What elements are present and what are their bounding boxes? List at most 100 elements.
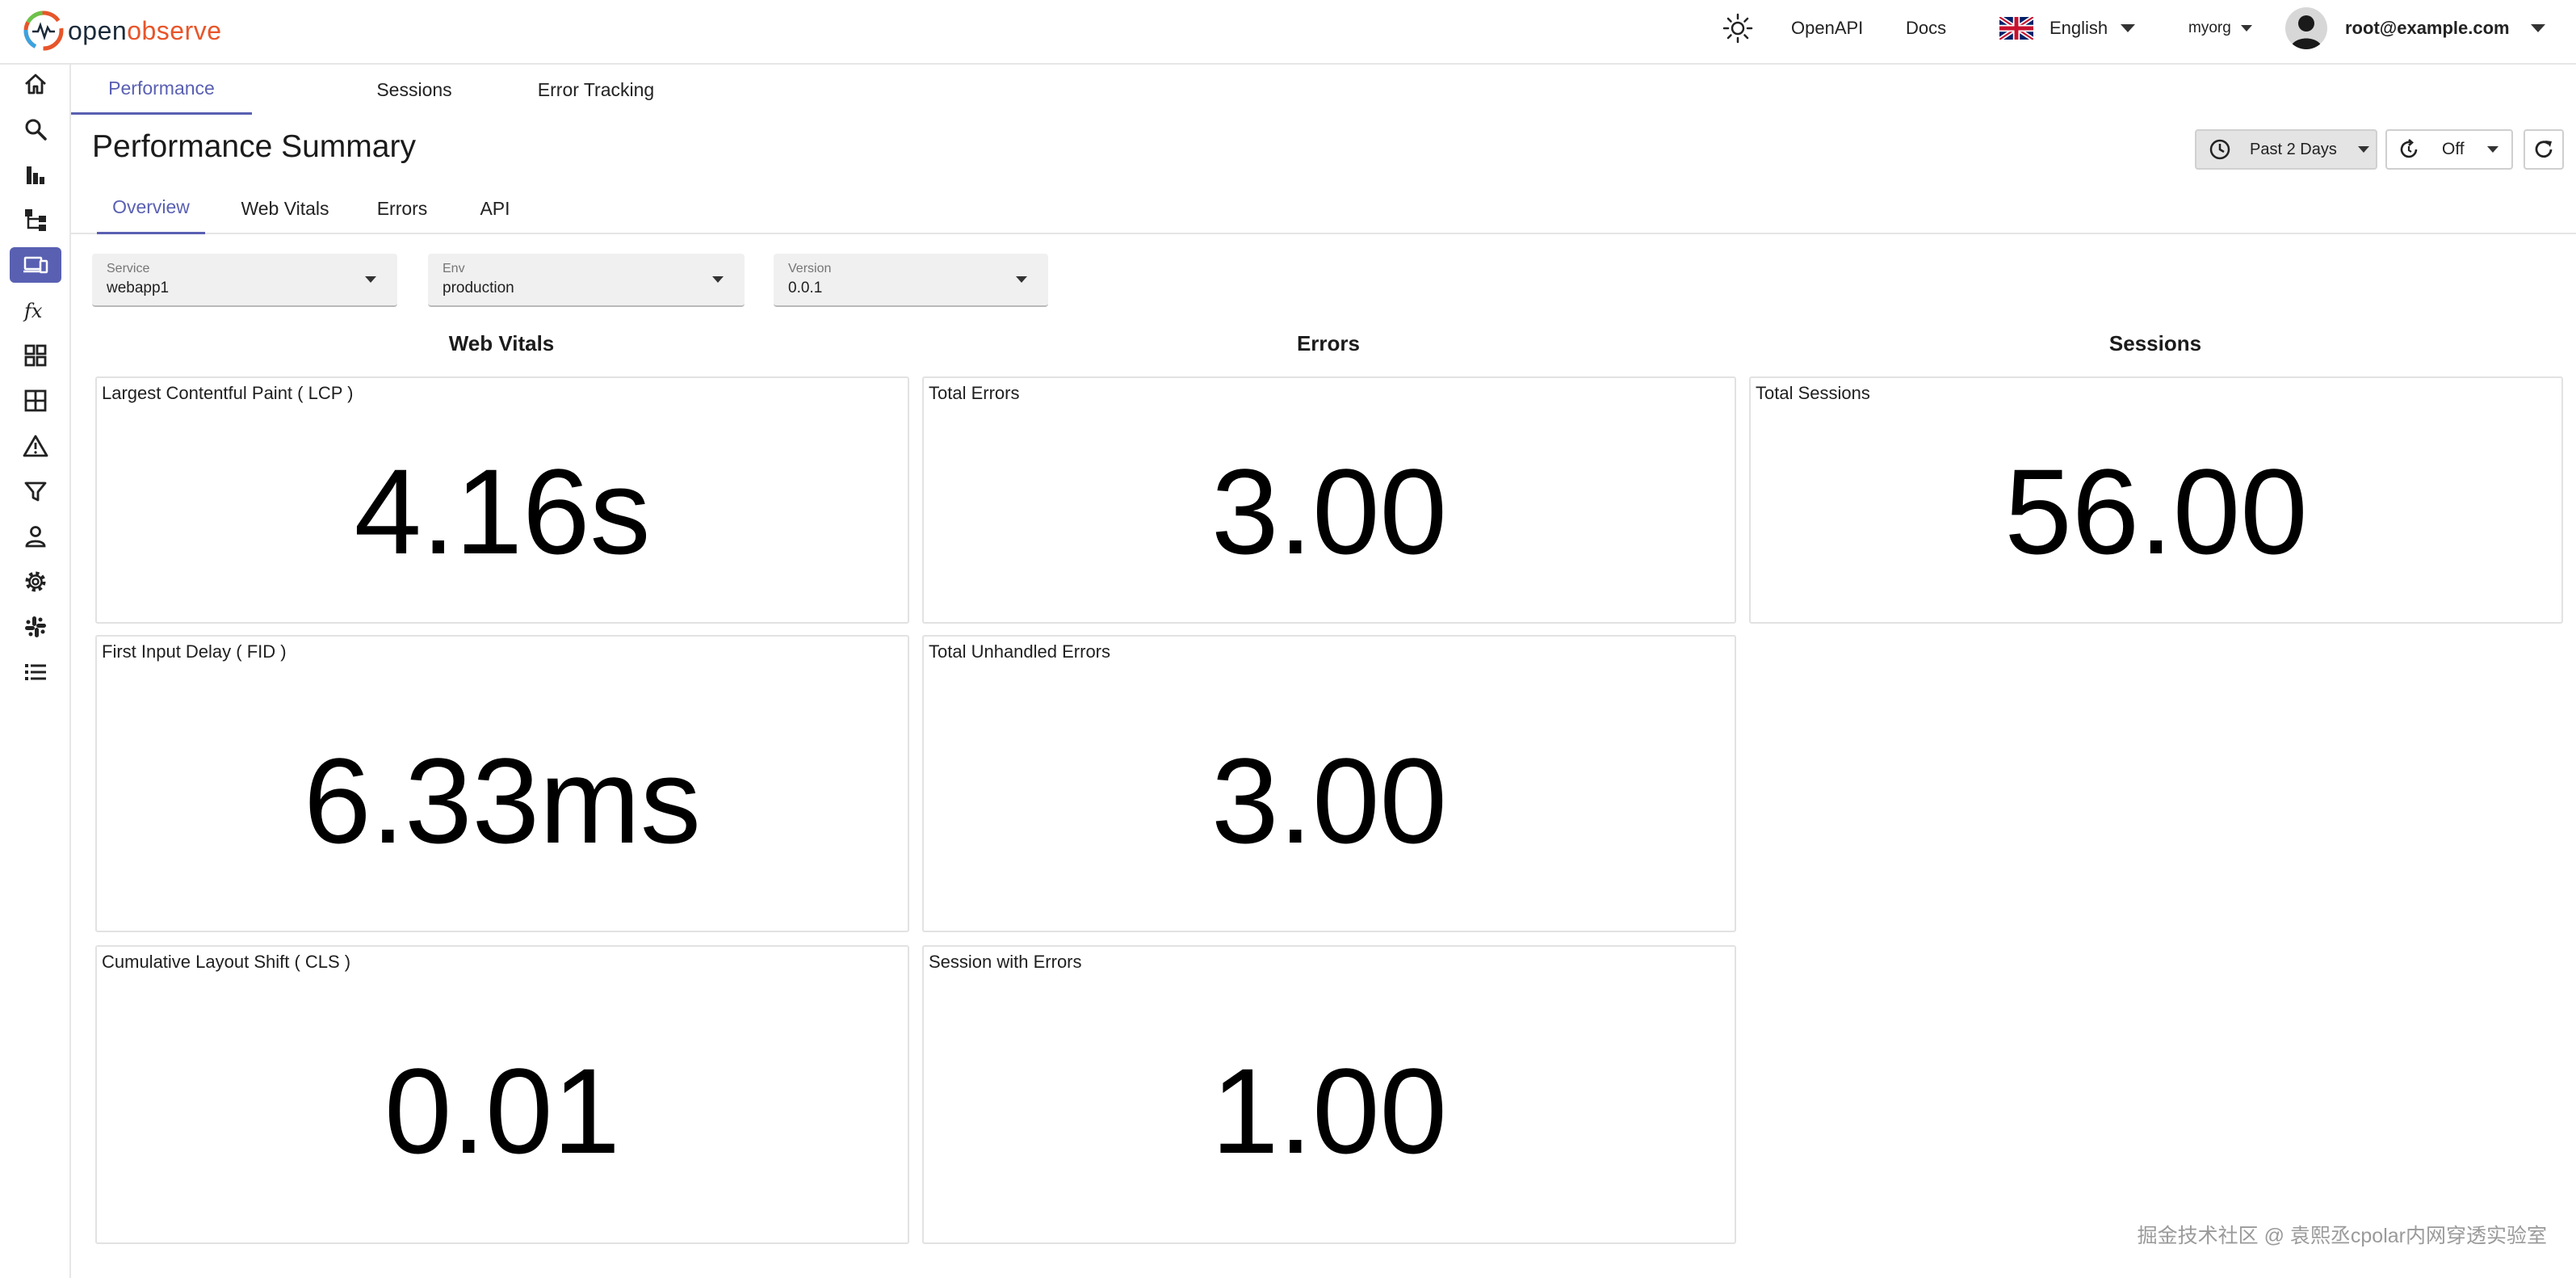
- sidebar-item-rum[interactable]: [10, 247, 61, 283]
- theme-toggle-button[interactable]: [1722, 0, 1753, 57]
- sidebar-item-settings[interactable]: [10, 564, 61, 599]
- tab-performance[interactable]: Performance: [71, 65, 252, 115]
- slack-icon: [25, 616, 46, 637]
- time-range-label: Past 2 Days: [2250, 140, 2337, 158]
- alert-icon: [23, 435, 48, 457]
- openobserve-logo[interactable]: openobserve: [23, 6, 222, 55]
- tab-overview[interactable]: Overview: [97, 183, 205, 234]
- session-with-errors-panel: Session with Errors 1.00: [922, 945, 1736, 1244]
- sidebar-item-pipelines[interactable]: [10, 473, 61, 509]
- org-selector[interactable]: myorg: [2188, 0, 2252, 57]
- watermark-text: 掘金技术社区 @ 袁熙丞cpolar内网穿透实验室: [2137, 1225, 2547, 1247]
- sidebar-item-slack[interactable]: [10, 609, 61, 645]
- panel-title: First Input Delay ( FID ): [102, 641, 287, 662]
- user-menu[interactable]: root@example.com: [2285, 0, 2545, 57]
- tab-web-vitals[interactable]: Web Vitals: [224, 183, 346, 234]
- docs-link[interactable]: Docs: [1906, 0, 1946, 57]
- service-select-value: webapp1: [107, 280, 170, 296]
- sidebar-item-home[interactable]: [10, 66, 61, 102]
- auto-refresh-selector[interactable]: Off: [2385, 129, 2513, 170]
- function-icon: fx: [23, 300, 43, 322]
- sidebar-item-alerts[interactable]: [10, 428, 61, 464]
- panel-value: 0.01: [384, 1043, 620, 1179]
- home-icon: [25, 74, 46, 95]
- env-select-label: Env: [443, 262, 465, 275]
- sessions-heading: Sessions: [2108, 331, 2202, 355]
- user-email: root@example.com: [2345, 18, 2510, 38]
- sidebar: fx: [0, 65, 71, 1278]
- org-label: myorg: [2188, 19, 2231, 36]
- sidebar-item-about[interactable]: [10, 654, 61, 690]
- panel-value: 3.00: [1211, 444, 1447, 579]
- env-select[interactable]: Env production: [428, 254, 745, 307]
- panel-value: 56.00: [2004, 444, 2308, 579]
- chevron-down-icon: [365, 276, 376, 283]
- svg-text:fx: fx: [23, 300, 43, 322]
- logo-text: openobserve: [68, 15, 222, 45]
- top-header: openobserve OpenAPI Docs English myorg r…: [0, 0, 2576, 65]
- version-select[interactable]: Version 0.0.1: [774, 254, 1048, 307]
- logo-mark-icon: [23, 11, 64, 51]
- openapi-link[interactable]: OpenAPI: [1791, 0, 1863, 57]
- total-sessions-panel: Total Sessions 56.00: [1749, 376, 2563, 624]
- list-icon: [25, 664, 46, 680]
- panel-value: 3.00: [1211, 733, 1447, 868]
- auto-refresh-label: Off: [2442, 140, 2465, 158]
- service-select[interactable]: Service webapp1: [92, 254, 397, 307]
- errors-heading: Errors: [1296, 331, 1361, 355]
- panel-title: Total Errors: [929, 383, 1020, 403]
- sidebar-item-metrics[interactable]: [10, 157, 61, 192]
- unhandled-errors-panel: Total Unhandled Errors 3.00: [922, 635, 1736, 932]
- tab-api[interactable]: API: [451, 183, 539, 234]
- sidebar-item-traces[interactable]: [10, 202, 61, 238]
- panel-value: 1.00: [1211, 1043, 1447, 1179]
- avatar: [2285, 7, 2327, 49]
- user-icon: [25, 526, 46, 548]
- uk-flag-icon: [1999, 17, 2033, 40]
- tab-errors[interactable]: Errors: [360, 183, 444, 234]
- chevron-down-icon: [2530, 24, 2545, 32]
- panel-title: Total Sessions: [1756, 383, 1870, 403]
- chevron-down-icon: [2240, 25, 2252, 32]
- sidebar-item-logs[interactable]: [10, 111, 61, 147]
- version-select-label: Version: [788, 262, 832, 275]
- panel-title: Total Unhandled Errors: [929, 641, 1111, 662]
- rum-devices-icon: [23, 256, 48, 274]
- sidebar-item-dashboards[interactable]: [10, 338, 61, 373]
- rum-tabs: Performance Sessions Error Tracking: [71, 65, 2576, 115]
- refresh-icon: [2535, 141, 2553, 158]
- page-title: Performance Summary: [92, 129, 416, 164]
- language-selector[interactable]: English: [1999, 0, 2136, 57]
- clock-icon: [2209, 139, 2230, 160]
- fid-panel: First Input Delay ( FID ) 6.33ms: [95, 635, 909, 932]
- panel-title: Cumulative Layout Shift ( CLS ): [102, 952, 351, 972]
- streams-icon: [24, 389, 47, 412]
- panel-title: Largest Contentful Paint ( LCP ): [102, 383, 354, 403]
- chevron-down-icon: [2121, 24, 2136, 32]
- settings-icon: [25, 571, 46, 592]
- chevron-down-icon: [712, 276, 724, 283]
- filter-icon: [24, 481, 47, 502]
- sidebar-item-streams[interactable]: [10, 383, 61, 418]
- sun-icon: [1722, 13, 1753, 44]
- language-label: English: [2049, 18, 2108, 38]
- sidebar-item-functions[interactable]: fx: [10, 292, 61, 328]
- sidebar-item-iam[interactable]: [10, 519, 61, 554]
- web-vitals-heading: Web Vitals: [448, 331, 555, 355]
- chevron-down-icon: [1016, 276, 1027, 283]
- panel-title: Session with Errors: [929, 952, 1082, 972]
- chevron-down-icon: [2486, 146, 2498, 153]
- chevron-down-icon: [2357, 146, 2369, 153]
- lcp-panel: Largest Contentful Paint ( LCP ) 4.16s: [95, 376, 909, 624]
- search-icon: [25, 119, 47, 141]
- tab-error-tracking[interactable]: Error Tracking: [475, 65, 717, 115]
- panel-value: 4.16s: [354, 444, 651, 579]
- refresh-button[interactable]: [2524, 129, 2564, 170]
- time-range-picker[interactable]: Past 2 Days: [2195, 129, 2377, 170]
- refresh-interval-icon: [2400, 139, 2418, 158]
- panel-value: 6.33ms: [304, 733, 701, 868]
- bar-chart-icon: [27, 166, 44, 184]
- cls-panel: Cumulative Layout Shift ( CLS ) 0.01: [95, 945, 909, 1244]
- dashboards-icon: [24, 344, 47, 367]
- service-select-label: Service: [107, 262, 150, 275]
